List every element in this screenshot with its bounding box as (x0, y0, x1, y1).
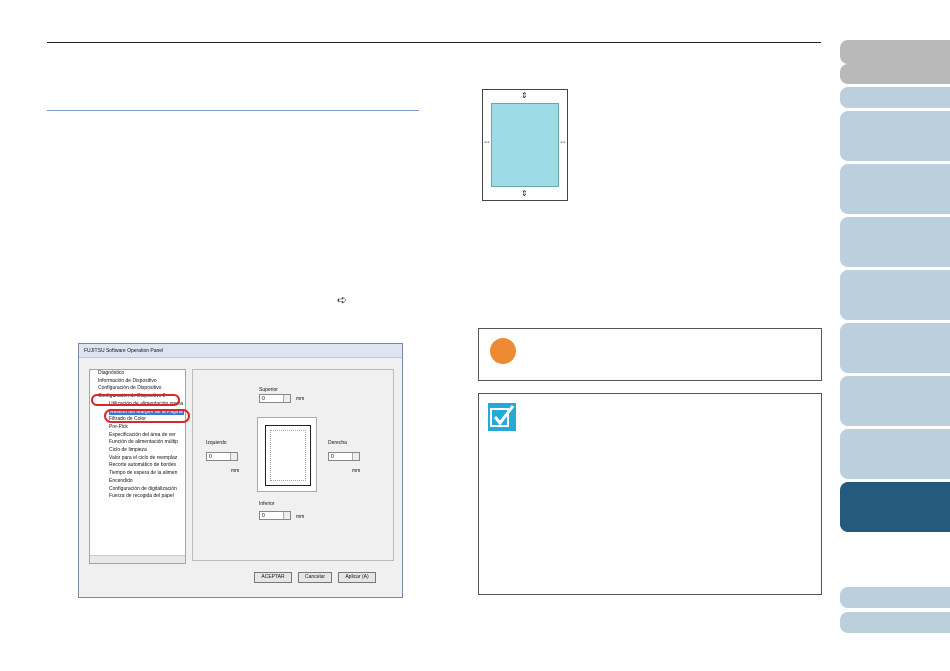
tree-item[interactable]: Encendido (90, 478, 185, 486)
ok-button[interactable]: ACEPTAR (254, 572, 292, 583)
cancel-button[interactable]: Cancelar (298, 572, 332, 583)
tree-horizontal-scrollbar[interactable] (90, 555, 185, 563)
tree-item[interactable]: Fuerza de recogida del papel (90, 493, 185, 501)
dialog-title: FUJITSU Software Operation Panel (79, 344, 402, 358)
superior-label: Superior (259, 387, 278, 393)
nav-tab-3[interactable] (840, 64, 950, 84)
apply-button[interactable]: Aplicar (A) (338, 572, 376, 583)
hint-box (478, 393, 822, 595)
nav-tab-bottom-1[interactable] (840, 587, 950, 608)
attention-box (478, 328, 822, 381)
nav-tab-11[interactable] (840, 429, 950, 479)
tree-item[interactable]: Especificación del área de ver (90, 432, 185, 440)
right-margin-arrow-icon: ⇔ (559, 137, 567, 146)
izquierdo-label: Izquierdo (206, 440, 227, 446)
inferior-unit: mm (296, 514, 305, 520)
derecha-label: Derecha (328, 440, 347, 446)
nav-tab-9[interactable] (840, 323, 950, 373)
tree-item[interactable]: Configuración de digitalización (90, 486, 185, 494)
section-rule (47, 110, 419, 111)
nav-tab-active[interactable] (840, 482, 950, 532)
page-margin-diagram: ⇕ ⇕ ⇔ ⇔ (482, 89, 568, 201)
operation-panel-dialog: FUJITSU Software Operation Panel Diagnós… (78, 343, 403, 598)
arrow-right-icon: ➪ (337, 293, 348, 307)
tree-item[interactable]: Configuración de Dispositivo (90, 385, 185, 393)
tree-item[interactable]: Pre-Pick (90, 424, 185, 432)
nav-tab-bottom-2[interactable] (840, 612, 950, 633)
inferior-spinner[interactable]: 0 (259, 511, 291, 520)
tree-item[interactable]: Información de Dispositivo (90, 378, 185, 386)
tree-item[interactable]: Ciclo de limpieza (90, 447, 185, 455)
page-content-area (491, 103, 559, 187)
superior-unit: mm (296, 396, 305, 402)
highlight-margin-fill (104, 409, 190, 423)
inferior-label: Inferior (259, 501, 275, 507)
left-margin-arrow-icon: ⇔ (483, 137, 491, 146)
nav-tab-top[interactable] (840, 44, 950, 61)
derecha-spinner[interactable]: 0 (328, 452, 360, 461)
izquierdo-spinner[interactable]: 0 (206, 452, 238, 461)
margin-settings-panel: Superior 0 mm Izquierdo 0 mm Derecha 0 m… (192, 369, 394, 561)
tree-item[interactable]: Tiempo de espera de la alimen (90, 470, 185, 478)
nav-tab-4[interactable] (840, 87, 950, 108)
bottom-margin-arrow-icon: ⇕ (521, 189, 528, 198)
nav-tab-6[interactable] (840, 164, 950, 214)
nav-tab-8[interactable] (840, 270, 950, 320)
superior-spinner[interactable]: 0 (259, 394, 291, 403)
tree-item[interactable]: Diagnóstico (90, 370, 185, 378)
checkmark-icon (488, 403, 516, 431)
nav-tab-5[interactable] (840, 111, 950, 161)
izquierdo-unit: mm (231, 468, 240, 474)
derecha-unit: mm (352, 468, 361, 474)
highlight-config-2 (91, 394, 180, 406)
tree-item[interactable]: Valor para el ciclo de reemplaz (90, 455, 185, 463)
nav-tab-10[interactable] (840, 376, 950, 426)
nav-tab-7[interactable] (840, 217, 950, 267)
header-rule (47, 42, 821, 43)
tree-item[interactable]: Función de alimentación múltip (90, 439, 185, 447)
top-margin-arrow-icon: ⇕ (521, 91, 528, 100)
tree-item[interactable]: Recorte automático de bordes (90, 462, 185, 470)
margin-preview (257, 417, 317, 492)
attention-icon (490, 338, 516, 364)
